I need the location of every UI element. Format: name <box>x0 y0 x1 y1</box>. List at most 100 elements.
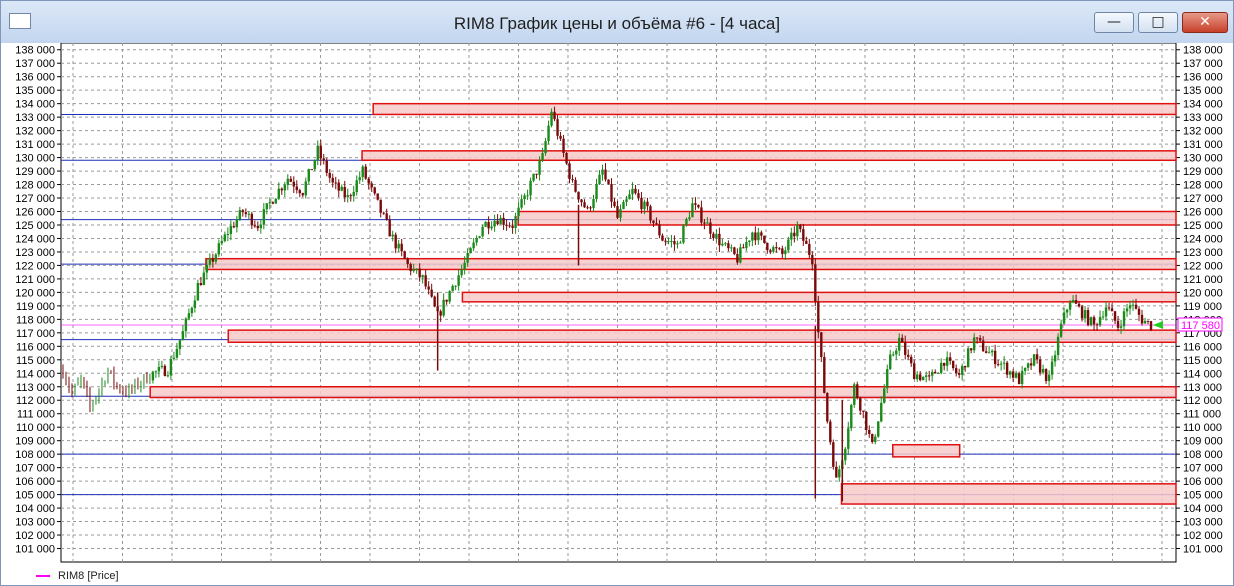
candle-down <box>382 212 385 214</box>
candle-down <box>760 232 763 236</box>
candle-up <box>987 352 991 354</box>
candle-up <box>1089 317 1093 325</box>
candle-down <box>808 243 811 255</box>
candle-down <box>814 264 817 302</box>
candle-down <box>571 179 574 181</box>
candle-up <box>205 264 209 273</box>
candle-down <box>388 219 391 237</box>
y-tick-label-right: 102 000 <box>1183 530 1223 542</box>
title-bar[interactable]: RIM8 График цены и объёма #6 - [4 часа] … <box>1 1 1233 43</box>
candle-up <box>469 248 472 254</box>
candle-up <box>1119 326 1123 328</box>
candle-up <box>877 421 880 437</box>
candle-down <box>1113 311 1117 321</box>
candle-down <box>445 299 448 302</box>
candle-down <box>1074 300 1078 304</box>
candle-down <box>811 254 814 265</box>
candle-up <box>898 337 901 351</box>
candle-down <box>951 360 955 369</box>
candle-up <box>936 372 940 374</box>
candle-down <box>385 213 388 220</box>
candle-up <box>262 209 266 225</box>
y-tick-label-right: 131 000 <box>1183 139 1223 151</box>
candle-down <box>1017 373 1021 384</box>
candle-down <box>298 190 301 194</box>
candle-down <box>580 199 583 203</box>
candle-up <box>838 469 841 478</box>
candle-down <box>250 213 254 226</box>
candle-down <box>664 240 667 242</box>
y-tick-label-right: 112 000 <box>1183 395 1222 407</box>
candle-down <box>589 207 592 209</box>
candle-up <box>966 348 970 368</box>
candle-down <box>832 442 835 467</box>
candle-up <box>358 177 361 181</box>
candle-up <box>196 283 200 301</box>
chart-window: RIM8 График цены и объёма #6 - [4 часа] … <box>0 0 1234 586</box>
candle-down <box>319 145 322 159</box>
y-tick-label-left: 108 000 <box>15 449 55 461</box>
y-tick-label-right: 125 000 <box>1183 220 1223 232</box>
candle-down <box>325 160 328 173</box>
candle-down <box>928 375 931 377</box>
candle-down <box>700 207 703 223</box>
candle-down <box>604 169 607 180</box>
candle-down <box>649 206 652 221</box>
candle-down <box>963 365 967 368</box>
candle-down <box>1149 321 1153 330</box>
candle-up <box>247 213 251 215</box>
candle-down <box>1035 354 1039 360</box>
candle-down <box>655 223 658 225</box>
candle-up <box>499 217 502 225</box>
candle-up <box>945 357 949 366</box>
y-tick-label-left: 103 000 <box>15 517 55 529</box>
minimize-button[interactable]: — <box>1094 12 1134 33</box>
candle-down <box>418 268 421 278</box>
price-chart[interactable]: 101 000 101 000102 000 102 000103 000 103 0… <box>1 43 1233 566</box>
candle-up <box>484 221 487 227</box>
candle-down <box>697 204 700 208</box>
candle-down <box>565 152 568 164</box>
candle-up <box>631 188 634 195</box>
candle-down <box>993 350 997 365</box>
candle-up <box>1041 368 1045 373</box>
candle-down <box>910 356 913 364</box>
candle-down <box>969 348 973 351</box>
candle-down <box>289 178 292 182</box>
candle-down <box>376 193 379 200</box>
candle-up <box>685 218 688 225</box>
y-tick-label-right: 109 000 <box>1183 436 1223 448</box>
candle-down <box>1116 320 1120 328</box>
candle-up <box>217 243 221 255</box>
candle-down <box>981 340 985 352</box>
candle-up <box>544 141 547 154</box>
candle-up <box>151 371 155 381</box>
candle-up <box>178 340 182 349</box>
y-tick-label-left: 135 000 <box>15 85 55 97</box>
y-tick-label-right: 137 000 <box>1183 58 1223 70</box>
y-tick-label-right: 127 000 <box>1183 193 1223 205</box>
candle-down <box>241 210 245 213</box>
candle-down <box>727 243 730 249</box>
candle-up <box>523 195 526 200</box>
candle-down <box>508 225 511 227</box>
maximize-button[interactable]: □ <box>1138 12 1178 33</box>
y-tick-label-right: 133 000 <box>1183 112 1223 124</box>
candle-up <box>181 331 185 341</box>
candle-up <box>730 247 733 249</box>
candle-up <box>214 254 218 262</box>
y-tick-label-left: 127 000 <box>15 193 55 205</box>
candle-up <box>442 299 445 316</box>
y-tick-label-right: 129 000 <box>1183 166 1223 178</box>
candle-down <box>778 248 781 250</box>
close-button[interactable]: ✕ <box>1182 12 1228 33</box>
candle-down <box>424 275 427 287</box>
candle-up <box>972 337 976 351</box>
candle-down <box>913 363 916 380</box>
candle-down <box>409 264 412 272</box>
y-tick-label-left: 125 000 <box>15 220 55 232</box>
candle-down <box>709 222 712 234</box>
candle-down <box>583 202 586 208</box>
candle-down <box>933 371 937 374</box>
candle-down <box>907 354 910 357</box>
